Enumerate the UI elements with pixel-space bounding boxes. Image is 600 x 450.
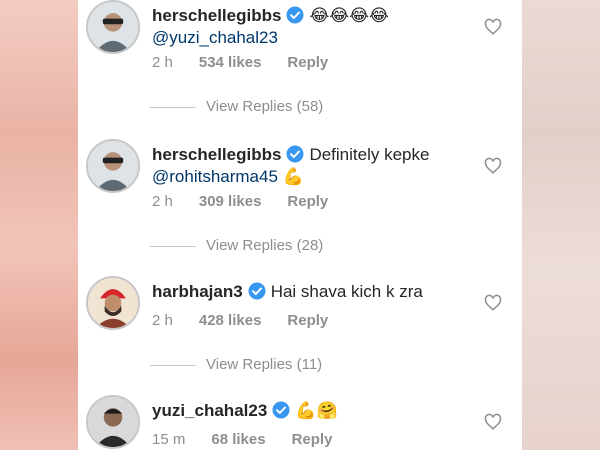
likes-count[interactable]: 534 likes <box>199 54 262 71</box>
comment-meta: 2 h 309 likes Reply <box>152 193 354 210</box>
comment-time: 15 m <box>152 431 186 448</box>
avatar[interactable] <box>86 0 140 54</box>
comment-header: herschellegibbs Definitely kepke <box>152 145 429 168</box>
verified-badge-icon <box>248 282 266 305</box>
comment-time: 2 h <box>152 312 173 329</box>
background-left <box>0 0 78 450</box>
heart-icon[interactable] <box>484 413 502 431</box>
reply-button[interactable]: Reply <box>287 312 328 329</box>
username[interactable]: yuzi_chahal23 <box>152 401 267 420</box>
flexed-biceps-emoji: 💪 <box>282 167 304 187</box>
comment-header: herschellegibbs 😂😂😂😂 <box>152 6 389 29</box>
comment-text: Hai shava kich k zra <box>270 282 423 301</box>
view-replies-button[interactable]: View Replies (11) <box>150 356 322 373</box>
likes-count[interactable]: 309 likes <box>199 193 262 210</box>
reply-button[interactable]: Reply <box>287 54 328 71</box>
view-replies-button[interactable]: View Replies (58) <box>150 98 323 115</box>
comment-header: yuzi_chahal23 💪🤗 <box>152 401 338 424</box>
background-right <box>522 0 600 450</box>
comment-header: harbhajan3 Hai shava kich k zra <box>152 282 423 305</box>
comment-time: 2 h <box>152 193 173 210</box>
reply-button[interactable]: Reply <box>287 193 328 210</box>
avatar[interactable] <box>86 395 140 449</box>
avatar[interactable] <box>86 276 140 330</box>
person-avatar-icon <box>88 141 138 191</box>
comment-time: 2 h <box>152 54 173 71</box>
username[interactable]: herschellegibbs <box>152 6 281 25</box>
person-avatar-icon <box>88 397 138 447</box>
comment-text: Definitely kepke <box>309 145 430 164</box>
comment-text: 😂😂😂😂 <box>309 6 389 26</box>
heart-icon[interactable] <box>484 157 502 175</box>
comment-meta: 15 m 68 likes Reply <box>152 431 358 448</box>
comment-text: 💪🤗 <box>295 401 338 421</box>
comments-panel: herschellegibbs 😂😂😂😂 @yuzi_chahal23 2 h 53… <box>78 0 522 450</box>
verified-badge-icon <box>286 145 304 168</box>
view-replies-label: View Replies (11) <box>206 356 323 373</box>
view-replies-label: View Replies (28) <box>206 237 324 254</box>
mention-link[interactable]: @rohitsharma45 <box>152 167 278 186</box>
verified-badge-icon <box>286 6 304 29</box>
divider-line <box>150 106 196 108</box>
turban-avatar-icon <box>88 278 138 328</box>
heart-icon[interactable] <box>484 294 502 312</box>
reply-button[interactable]: Reply <box>292 431 333 448</box>
person-avatar-icon <box>88 2 138 52</box>
view-replies-button[interactable]: View Replies (28) <box>150 237 323 254</box>
username[interactable]: herschellegibbs <box>152 145 281 164</box>
comment-second-line: @rohitsharma45 💪 <box>152 167 304 187</box>
divider-line <box>150 364 196 366</box>
likes-count[interactable]: 428 likes <box>199 312 262 329</box>
heart-icon[interactable] <box>484 18 502 36</box>
mention-link[interactable]: @yuzi_chahal23 <box>152 28 278 48</box>
comment-meta: 2 h 428 likes Reply <box>152 312 354 329</box>
view-replies-label: View Replies (58) <box>206 98 324 115</box>
verified-badge-icon <box>272 401 290 424</box>
comment-meta: 2 h 534 likes Reply <box>152 54 354 71</box>
likes-count[interactable]: 68 likes <box>211 431 265 448</box>
divider-line <box>150 245 196 247</box>
username[interactable]: harbhajan3 <box>152 282 243 301</box>
avatar[interactable] <box>86 139 140 193</box>
